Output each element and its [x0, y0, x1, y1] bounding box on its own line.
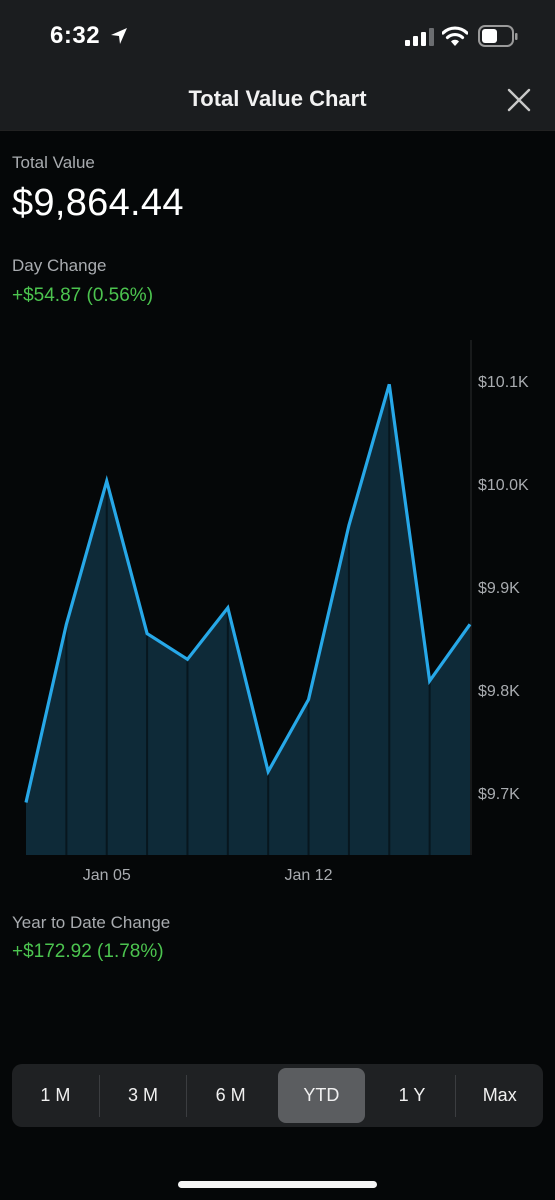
cellular-signal-icon: [405, 28, 434, 46]
y-tick-label: $10.1K: [478, 374, 529, 391]
y-tick-label: $9.8K: [478, 683, 520, 700]
total-value-label: Total Value: [12, 153, 95, 172]
close-icon[interactable]: [505, 86, 533, 114]
range-option-max[interactable]: Max: [456, 1068, 543, 1123]
range-option-6m[interactable]: 6 M: [187, 1068, 274, 1123]
ytd-change-value: +$172.92 (1.78%): [12, 941, 164, 962]
range-option-3m[interactable]: 3 M: [100, 1068, 187, 1123]
nav-bar: Total Value Chart: [0, 68, 555, 131]
page-title: Total Value Chart: [188, 86, 367, 111]
total-value-chart[interactable]: $10.1K $10.0K $9.9K $9.8K $9.7K Jan 05 Jan 12: [0, 330, 555, 890]
area-fill: [26, 384, 470, 855]
home-indicator: [178, 1181, 377, 1188]
total-value: $9,864.44: [12, 182, 184, 224]
x-tick-label: Jan 12: [285, 867, 333, 884]
wifi-icon: [442, 26, 468, 46]
status-bar: 6:32: [0, 0, 555, 68]
range-option-1m[interactable]: 1 M: [12, 1068, 99, 1123]
day-change-label: Day Change: [12, 256, 107, 275]
location-arrow-icon: [111, 28, 127, 44]
y-tick-label: $9.7K: [478, 786, 520, 803]
x-tick-label: Jan 05: [83, 867, 131, 884]
y-tick-label: $9.9K: [478, 580, 520, 597]
day-change-value: +$54.87 (0.56%): [12, 285, 154, 306]
range-selector: 1 M 3 M 6 M YTD 1 Y Max: [12, 1064, 543, 1127]
range-option-1y[interactable]: 1 Y: [369, 1068, 456, 1123]
ytd-change-label: Year to Date Change: [12, 913, 171, 932]
status-time: 6:32: [50, 22, 101, 49]
y-tick-label: $10.0K: [478, 477, 529, 494]
battery-icon: [478, 25, 518, 47]
range-option-ytd[interactable]: YTD: [278, 1068, 365, 1123]
